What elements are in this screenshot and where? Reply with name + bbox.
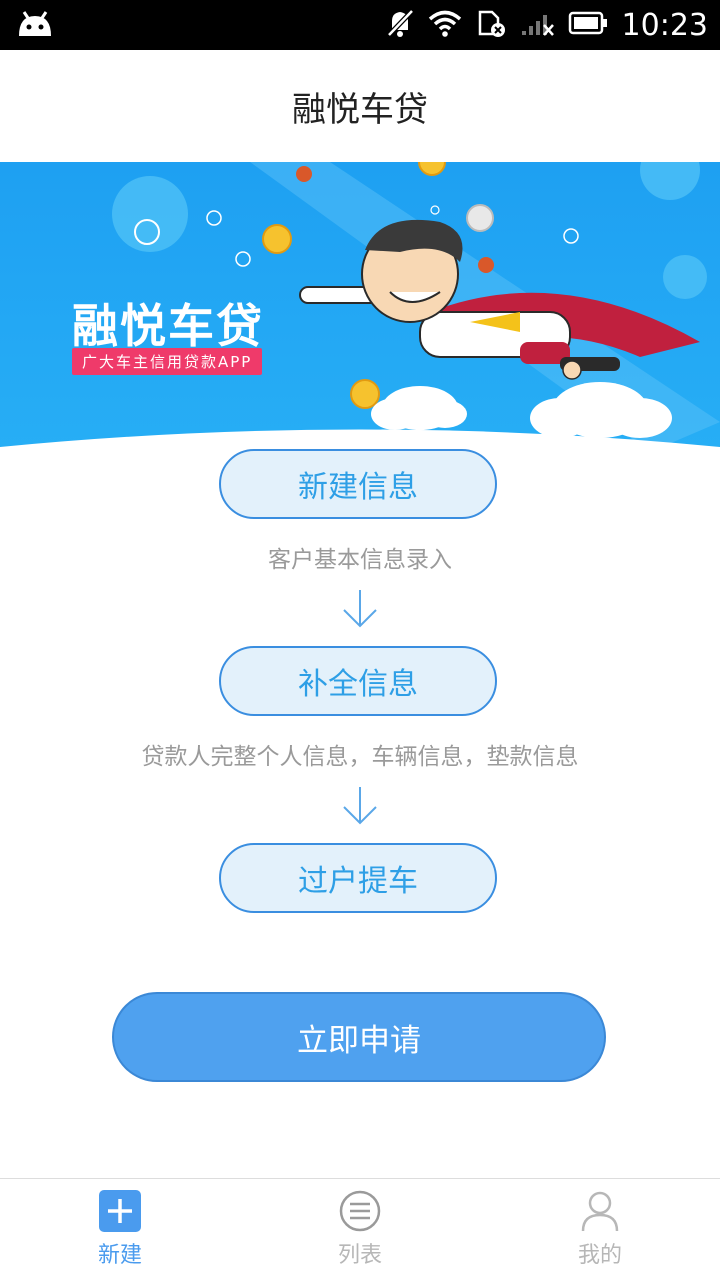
arrow-down-icon: [343, 787, 377, 825]
banner-subtitle: 广大车主信用贷款APP: [72, 348, 263, 375]
notifications-off-icon: [386, 8, 414, 42]
nav-item-list[interactable]: 列表: [240, 1179, 480, 1281]
page-title: 融悦车贷: [292, 89, 428, 130]
nav-label-profile: 我的: [577, 1243, 622, 1268]
plus-icon: [99, 1190, 141, 1232]
arrow-down-icon: [343, 590, 377, 628]
new-info-description: 客户基本信息录入: [268, 547, 452, 573]
sim-error-icon: [476, 8, 506, 42]
banner-title: 融悦车贷: [72, 299, 264, 353]
complete-info-button[interactable]: 补全信息: [219, 646, 497, 716]
transfer-pickup-button[interactable]: 过户提车: [219, 843, 497, 913]
battery-icon: [568, 11, 608, 39]
apply-now-button[interactable]: 立即申请: [112, 992, 606, 1082]
signal-icon: [520, 9, 554, 41]
android-icon: [16, 10, 54, 44]
new-info-button[interactable]: 新建信息: [219, 449, 497, 519]
title-bar: 融悦车贷: [0, 50, 720, 163]
nav-item-new[interactable]: 新建: [0, 1179, 240, 1281]
profile-icon: [581, 1191, 619, 1232]
status-time: 10:23: [621, 7, 708, 43]
nav-label-new: 新建: [97, 1243, 142, 1268]
complete-info-description: 贷款人完整个人信息，车辆信息，垫款信息: [141, 744, 579, 770]
nav-item-profile[interactable]: 我的: [480, 1179, 720, 1281]
banner: 融悦车贷 广大车主信用贷款APP: [0, 162, 720, 452]
nav-label-list: 列表: [337, 1243, 382, 1268]
status-bar: 10:23: [0, 0, 720, 50]
bottom-nav: 新建 列表 我的: [0, 1178, 720, 1281]
list-icon: [339, 1190, 381, 1232]
wifi-icon: [428, 9, 462, 41]
